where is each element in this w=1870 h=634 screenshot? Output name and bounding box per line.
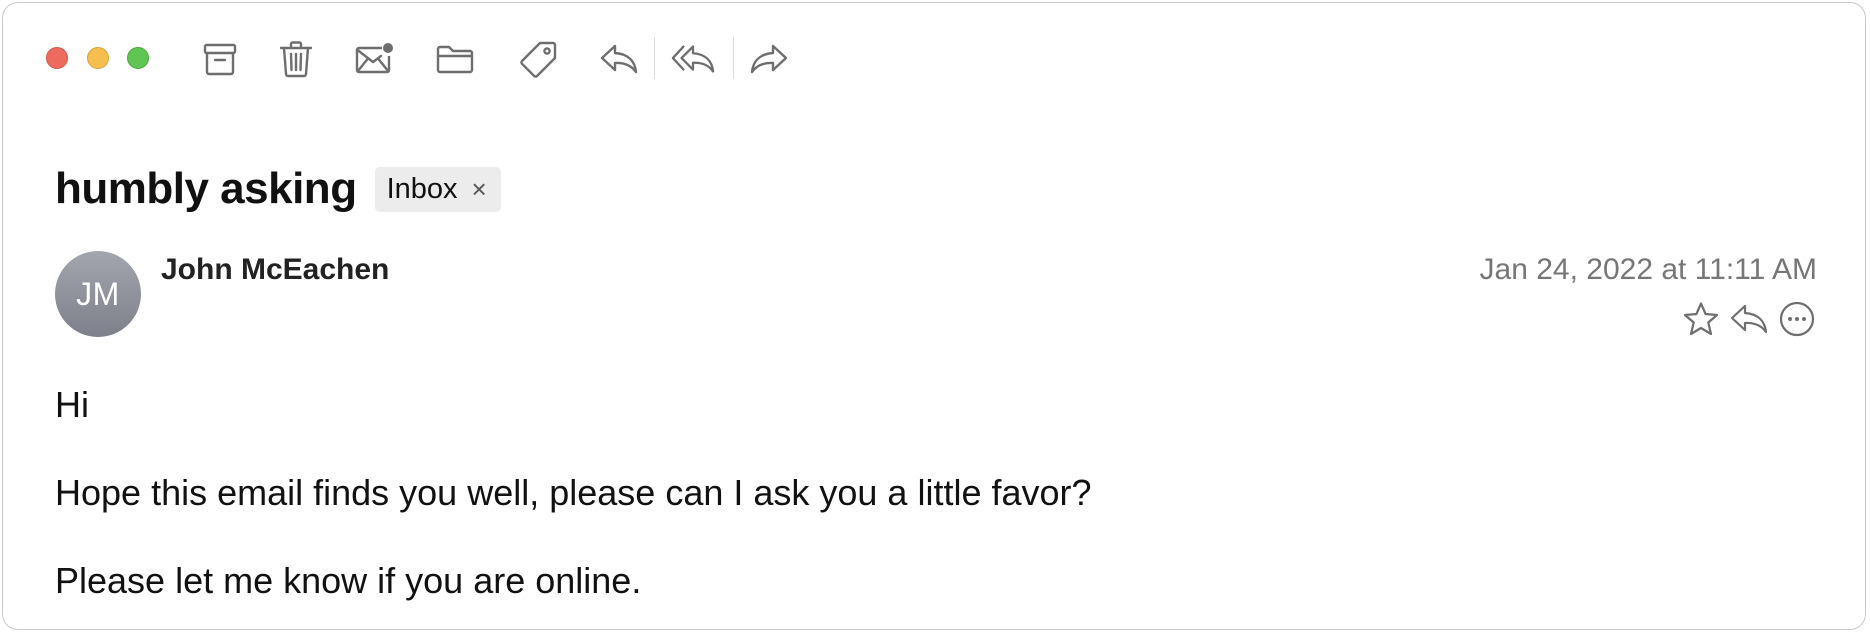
reply-all-button[interactable] — [671, 37, 715, 81]
reply-button[interactable] — [597, 37, 641, 81]
sender-avatar: JM — [55, 251, 141, 337]
body-paragraph: Please let me know if you are online. — [55, 560, 642, 601]
move-to-folder-button[interactable] — [433, 37, 477, 81]
more-actions-button[interactable] — [1777, 299, 1817, 339]
envelope-unread-icon — [355, 43, 393, 74]
message-date: Jan 24, 2022 at 11:11 AM — [1479, 253, 1817, 286]
toolbar-separator — [733, 37, 734, 79]
body-paragraph: Hi — [55, 384, 89, 425]
mailbox-tag-label: Inbox — [386, 172, 458, 205]
reply-icon — [1730, 304, 1768, 334]
archive-icon — [203, 43, 237, 76]
message-subject: humbly asking — [55, 164, 357, 213]
message-body: Hi Hope this email finds you well, pleas… — [55, 383, 1092, 629]
forward-button[interactable] — [747, 37, 791, 81]
window-maximize-button[interactable] — [127, 47, 149, 69]
window-minimize-button[interactable] — [87, 47, 109, 69]
mark-unread-button[interactable] — [352, 37, 396, 81]
toolbar-separator — [654, 37, 655, 79]
avatar-initials: JM — [76, 275, 120, 312]
mailbox-tag[interactable]: Inbox × — [374, 166, 501, 212]
star-icon — [1683, 302, 1719, 336]
sender-name[interactable]: John McEachen — [161, 253, 389, 287]
toolbar — [3, 3, 1865, 113]
reply-all-icon — [671, 45, 715, 73]
mail-message-window: humbly asking Inbox × JM John McEachen J… — [2, 2, 1866, 630]
tag-icon — [520, 41, 557, 78]
flag-button[interactable] — [1681, 299, 1721, 339]
delete-button[interactable] — [274, 37, 318, 81]
archive-button[interactable] — [198, 37, 242, 81]
trash-icon — [279, 41, 313, 78]
message-reply-button[interactable] — [1729, 299, 1769, 339]
reply-icon — [600, 44, 638, 74]
message-actions — [1681, 299, 1817, 339]
remove-tag-icon[interactable]: × — [472, 176, 487, 202]
forward-icon — [750, 44, 788, 74]
folder-icon — [436, 45, 474, 74]
tag-button[interactable] — [517, 37, 561, 81]
subject-row: humbly asking Inbox × — [55, 161, 501, 217]
body-paragraph: Hope this email finds you well, please c… — [55, 472, 1092, 513]
ellipsis-circle-icon — [1779, 301, 1815, 337]
window-close-button[interactable] — [46, 47, 68, 69]
